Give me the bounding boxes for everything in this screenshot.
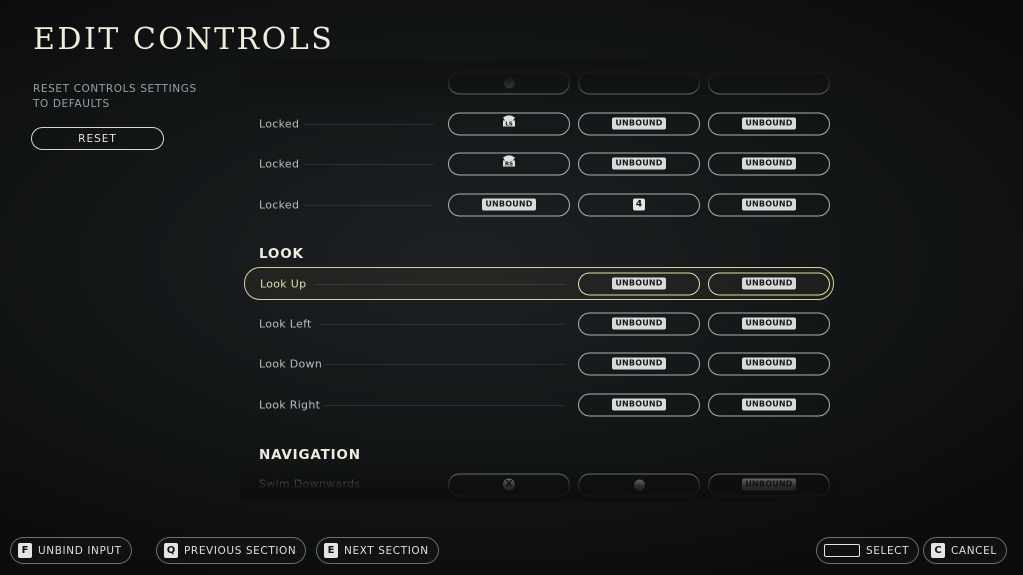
key-q-icon: Q (164, 543, 178, 558)
binding-slot[interactable] (448, 71, 570, 94)
divider (304, 163, 434, 165)
list-item[interactable]: Look Left UNBOUND UNBOUND (244, 307, 834, 340)
next-section-label: NEXT SECTION (344, 544, 429, 557)
unbound-chip: UNBOUND (742, 478, 796, 491)
unbound-chip: UNBOUND (612, 117, 666, 130)
gamepad-button-icon (503, 77, 515, 88)
right-stick-icon: RS (503, 155, 515, 168)
binding-slot-primary[interactable]: RS (448, 152, 570, 175)
key-4-icon: 4 (633, 198, 645, 211)
binding-slot-tertiary[interactable]: UNBOUND (708, 112, 830, 135)
binding-slot-secondary[interactable]: UNBOUND (578, 112, 700, 135)
action-label: Locked (259, 157, 300, 170)
section-header-navigation: NAVIGATION (259, 447, 361, 463)
previous-section-label: PREVIOUS SECTION (184, 544, 297, 557)
unbind-input-button[interactable]: F UNBIND INPUT (10, 537, 132, 564)
divider (324, 404, 564, 406)
binding-slot-primary[interactable]: LS (448, 112, 570, 135)
unbound-chip: UNBOUND (612, 157, 666, 170)
unbound-chip: UNBOUND (612, 317, 666, 330)
binding-slot-secondary[interactable] (578, 473, 700, 496)
unbound-chip: UNBOUND (742, 398, 796, 411)
list-item (244, 66, 834, 99)
list-item[interactable]: Look Right UNBOUND UNBOUND (244, 388, 834, 421)
divider (319, 323, 564, 325)
binding-slot-tertiary[interactable]: UNBOUND (708, 312, 830, 335)
divider (324, 363, 564, 365)
binding-slot-tertiary[interactable]: UNBOUND (708, 152, 830, 175)
binding-slot-secondary[interactable]: UNBOUND (578, 393, 700, 416)
svg-text:LS: LS (505, 122, 513, 128)
action-label: Locked (259, 117, 300, 130)
binding-slot-tertiary[interactable]: UNBOUND (708, 352, 830, 375)
list-item[interactable]: Locked LS UNBOUND UNBOUND (244, 107, 834, 140)
divider (304, 204, 434, 206)
cancel-button[interactable]: C CANCEL (923, 537, 1007, 564)
list-item[interactable]: Locked RS UNBOUND UNBOUND (244, 147, 834, 180)
binding-slot-secondary[interactable]: UNBOUND (578, 312, 700, 335)
key-f-icon: F (18, 543, 32, 558)
binding-slot-primary[interactable]: X (448, 473, 570, 496)
action-label: Look Left (259, 317, 312, 330)
binding-slot-secondary[interactable]: UNBOUND (578, 352, 700, 375)
divider (304, 123, 434, 125)
next-section-button[interactable]: E NEXT SECTION (316, 537, 439, 564)
svg-text:RS: RS (505, 162, 513, 168)
unbound-chip: UNBOUND (612, 357, 666, 370)
unbound-chip: UNBOUND (612, 277, 666, 290)
binding-slot-tertiary[interactable]: UNBOUND (708, 393, 830, 416)
divider (315, 283, 565, 285)
section-header-look: LOOK (259, 246, 304, 262)
select-button[interactable]: SELECT (816, 537, 920, 564)
unbound-chip: UNBOUND (742, 157, 796, 170)
cancel-label: CANCEL (951, 544, 997, 557)
space-bar-icon (824, 544, 860, 557)
unbound-chip: UNBOUND (742, 198, 796, 211)
left-stick-icon: LS (503, 115, 515, 128)
unbound-chip: UNBOUND (612, 398, 666, 411)
binding-slot-secondary[interactable]: 4 (578, 193, 700, 216)
key-c-icon: C (931, 543, 945, 558)
binding-slot-tertiary[interactable]: UNBOUND (708, 272, 830, 295)
stick-icon (633, 479, 645, 490)
unbound-chip: UNBOUND (742, 357, 796, 370)
action-label: Swim Downwards (259, 477, 361, 491)
list-item[interactable]: Swim Downwards X UNBOUND (244, 468, 834, 501)
binding-slot-tertiary[interactable]: UNBOUND (708, 193, 830, 216)
action-label: Locked (259, 198, 300, 211)
list-item-selected[interactable]: Look Up UNBOUND UNBOUND (244, 267, 834, 300)
action-label: Look Right (259, 398, 321, 411)
bindings-list: Locked LS UNBOUND UNBOUND Locked RS UNBO… (0, 0, 1023, 502)
unbind-input-label: UNBIND INPUT (38, 544, 122, 557)
list-item[interactable]: Look Down UNBOUND UNBOUND (244, 347, 834, 380)
binding-slot-tertiary[interactable]: UNBOUND (708, 473, 830, 496)
binding-slot-secondary[interactable]: UNBOUND (578, 272, 700, 295)
binding-slot-primary[interactable]: UNBOUND (448, 193, 570, 216)
unbound-chip: UNBOUND (482, 198, 536, 211)
key-e-icon: E (324, 543, 338, 558)
unbound-chip: UNBOUND (742, 317, 796, 330)
binding-slot[interactable] (708, 71, 830, 94)
unbound-chip: UNBOUND (742, 117, 796, 130)
action-label: Look Up (260, 277, 307, 290)
previous-section-button[interactable]: Q PREVIOUS SECTION (156, 537, 307, 564)
binding-slot-secondary[interactable]: UNBOUND (578, 152, 700, 175)
binding-slot[interactable] (578, 71, 700, 94)
x-button-icon: X (503, 478, 515, 491)
unbound-chip: UNBOUND (742, 277, 796, 290)
list-item[interactable]: Locked UNBOUND 4 UNBOUND (244, 188, 834, 221)
select-label: SELECT (866, 544, 910, 557)
action-label: Look Down (259, 357, 323, 370)
